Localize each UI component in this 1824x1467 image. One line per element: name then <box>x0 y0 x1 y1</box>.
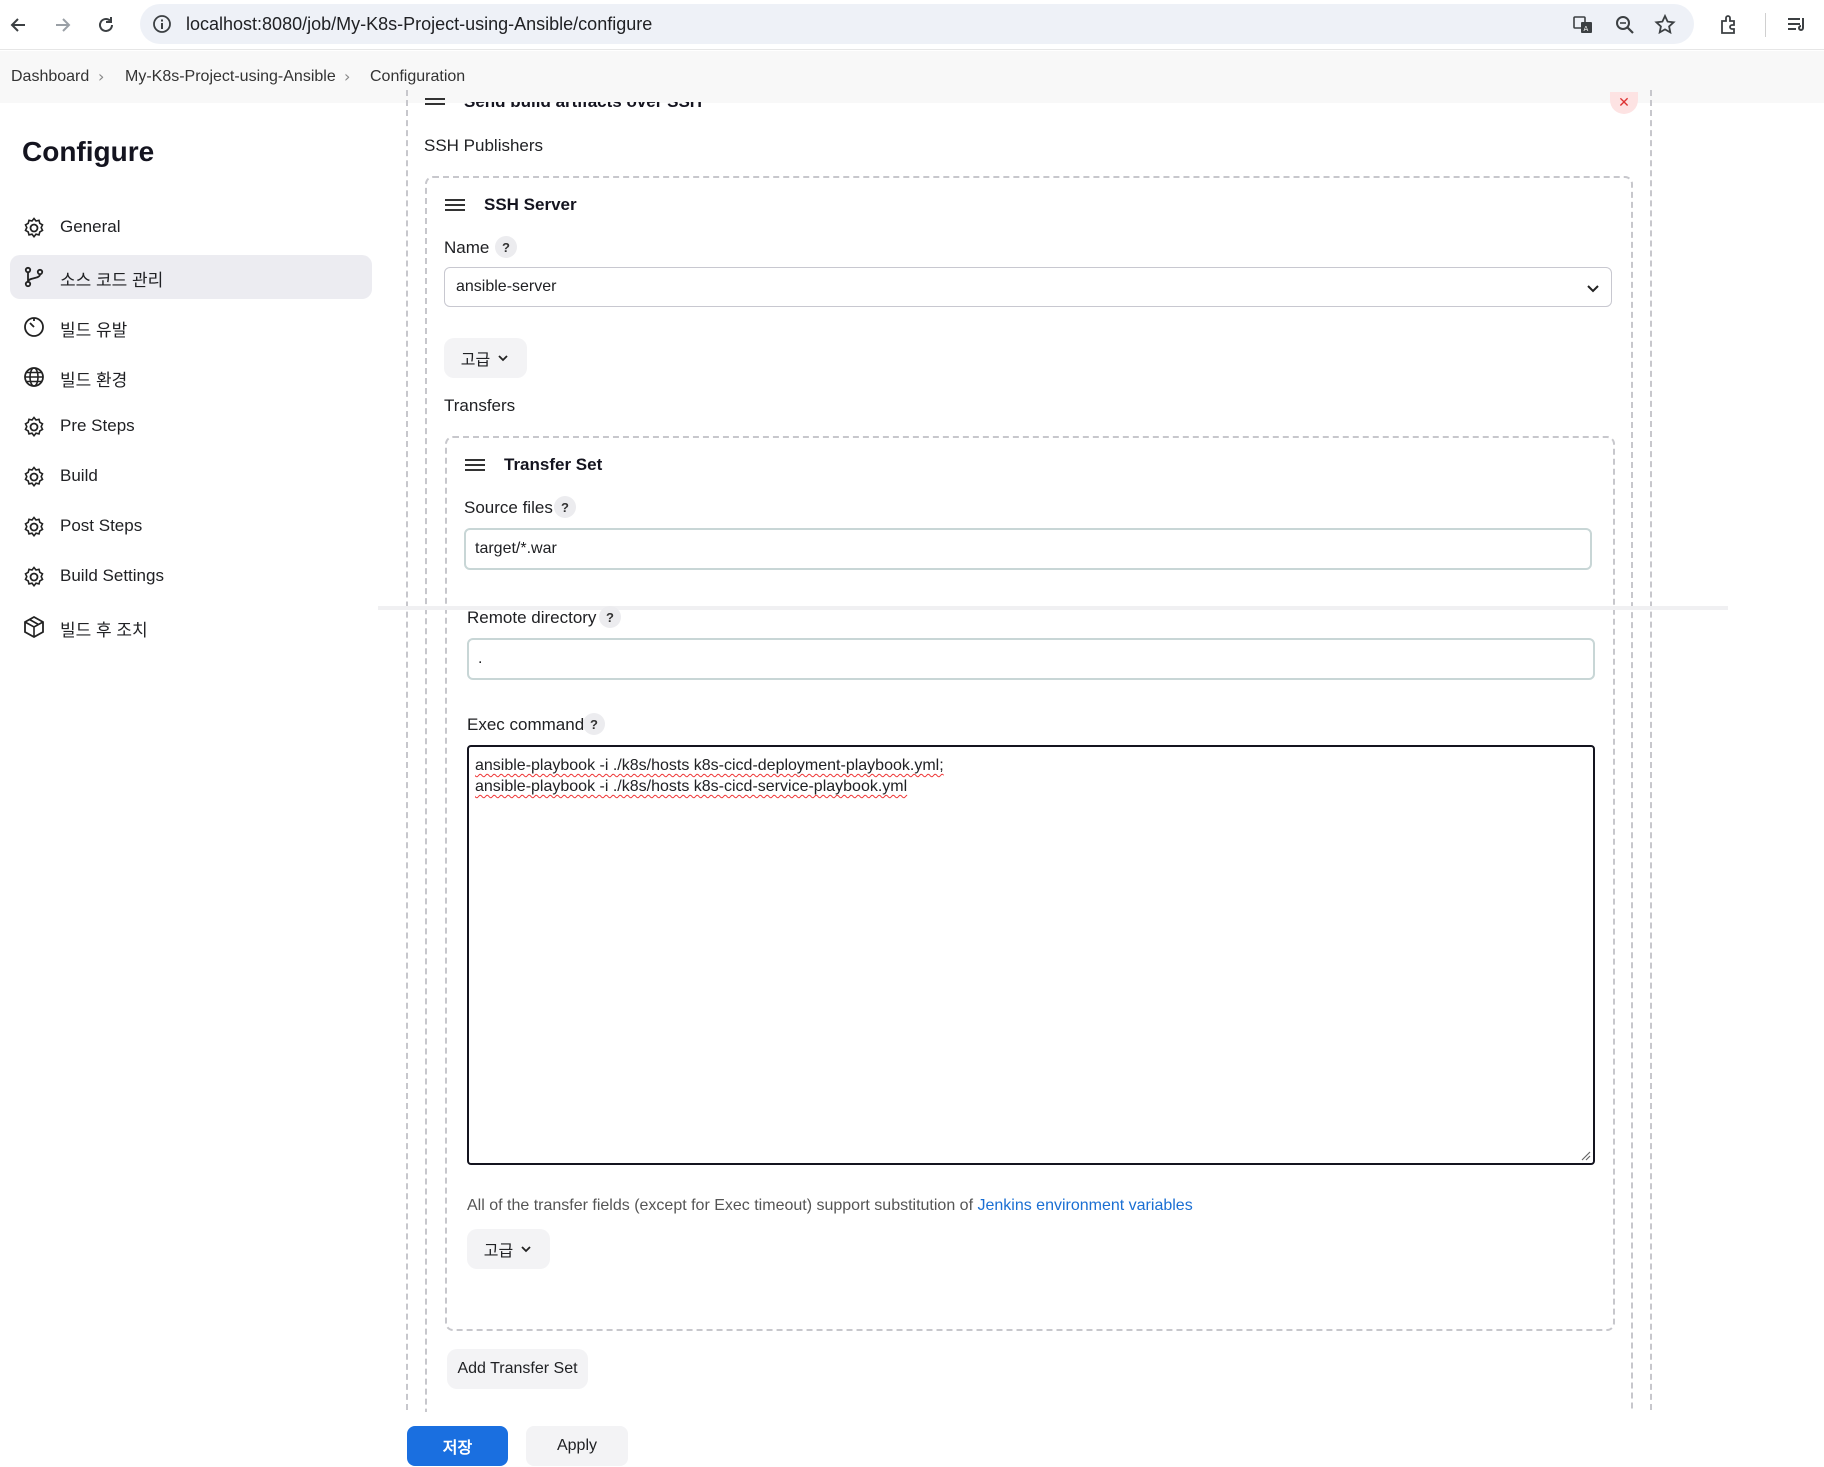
branch-icon <box>24 266 44 288</box>
gear-icon <box>24 466 44 487</box>
exec-command-label: Exec command <box>467 715 585 734</box>
sidebar-item-label: Build Settings <box>60 566 164 585</box>
exec-command-line: ansible-playbook -i ./k8s/hosts k8s-cicd… <box>475 757 944 774</box>
bookmark-star-icon[interactable] <box>1654 14 1676 36</box>
breadcrumb-separator-icon: › <box>344 67 351 86</box>
svg-text:A: A <box>1584 25 1589 33</box>
gear-icon <box>24 416 44 437</box>
site-info-icon[interactable] <box>152 14 172 38</box>
sidebar-item-post-steps[interactable]: Post Steps <box>10 505 372 549</box>
page-title: Configure <box>22 136 155 167</box>
toolbar-separator <box>1765 13 1766 37</box>
resize-grip-icon[interactable] <box>1579 1149 1591 1161</box>
exec-command-textarea[interactable]: ansible-playbook -i ./k8s/hosts k8s-cicd… <box>467 745 1595 1165</box>
chevron-down-icon <box>521 1246 531 1253</box>
breadcrumb-dashboard[interactable]: Dashboard <box>11 68 89 86</box>
sidebar-item-label: 빌드 환경 <box>60 371 128 390</box>
forward-icon[interactable] <box>47 10 77 40</box>
back-icon[interactable] <box>4 10 34 40</box>
ssh-server-advanced-button[interactable]: 고급 <box>444 338 527 378</box>
browser-toolbar: localhost:8080/job/My-K8s-Project-using-… <box>0 0 1824 50</box>
help-icon[interactable]: ? <box>583 713 605 735</box>
sidebar-item-label: Build <box>60 466 98 485</box>
breadcrumb-separator-icon: › <box>98 67 105 86</box>
ssh-server-select[interactable]: ansible-server <box>444 267 1612 307</box>
transfer-set-title: Transfer Set <box>504 455 603 474</box>
gear-icon <box>24 566 44 587</box>
env-vars-note-text: All of the transfer fields (except for E… <box>467 1197 978 1214</box>
sidebar-item-label: 빌드 후 조치 <box>60 621 148 640</box>
sidebar-item-label: General <box>60 217 121 236</box>
sidebar-item-label: Pre Steps <box>60 416 135 435</box>
transfers-label: Transfers <box>444 396 516 415</box>
save-button[interactable]: 저장 <box>407 1426 508 1466</box>
sidebar-item-build-triggers[interactable]: 빌드 유발 <box>10 305 372 349</box>
advanced-label: 고급 <box>483 1243 514 1260</box>
source-files-label: Source files <box>464 498 553 517</box>
timer-icon <box>24 317 44 337</box>
sidebar-item-source-code[interactable]: 소스 코드 관리 <box>10 255 372 299</box>
exec-command-line: ansible-playbook -i ./k8s/hosts k8s-cicd… <box>475 778 908 795</box>
source-files-value: target/*.war <box>475 540 557 557</box>
globe-icon <box>24 367 44 387</box>
ssh-server-selected-value: ansible-server <box>456 278 557 295</box>
chevron-down-icon <box>1587 285 1599 293</box>
zoom-icon[interactable] <box>1614 14 1636 36</box>
name-label: Name <box>444 238 490 257</box>
drag-handle-icon[interactable] <box>445 199 465 213</box>
reload-icon[interactable] <box>91 10 121 40</box>
remote-directory-input[interactable]: . <box>467 638 1595 680</box>
breadcrumb-configuration[interactable]: Configuration <box>370 68 465 86</box>
sidebar-item-pre-steps[interactable]: Pre Steps <box>10 405 372 449</box>
help-icon[interactable]: ? <box>495 236 517 258</box>
breadcrumb-project[interactable]: My-K8s-Project-using-Ansible <box>125 68 336 86</box>
ssh-server-title: SSH Server <box>484 195 577 214</box>
advanced-label: 고급 <box>460 352 491 369</box>
jenkins-env-vars-link[interactable]: Jenkins environment variables <box>977 1197 1192 1214</box>
env-vars-note: All of the transfer fields (except for E… <box>467 1197 1193 1215</box>
sidebar-item-build-environment[interactable]: 빌드 환경 <box>10 355 372 399</box>
sidebar-item-label: 소스 코드 관리 <box>60 271 164 290</box>
extensions-icon[interactable] <box>1717 12 1743 38</box>
gear-icon <box>24 516 44 537</box>
gear-icon <box>24 217 44 238</box>
remote-directory-label: Remote directory <box>467 608 597 627</box>
drag-handle-icon[interactable] <box>425 98 445 112</box>
sidebar-item-build[interactable]: Build <box>10 455 372 499</box>
chevron-down-icon <box>498 355 508 362</box>
package-icon <box>24 615 44 639</box>
sidebar-item-post-build-actions[interactable]: 빌드 후 조치 <box>10 605 372 649</box>
add-transfer-set-button[interactable]: Add Transfer Set <box>447 1349 588 1389</box>
sidebar-item-build-settings[interactable]: Build Settings <box>10 555 372 599</box>
address-bar[interactable]: localhost:8080/job/My-K8s-Project-using-… <box>140 4 1694 44</box>
transfer-set-advanced-button[interactable]: 고급 <box>467 1229 550 1269</box>
source-files-input[interactable]: target/*.war <box>464 528 1592 570</box>
drag-handle-icon[interactable] <box>465 459 485 473</box>
sidebar-item-label: Post Steps <box>60 516 143 535</box>
ssh-publishers-label: SSH Publishers <box>424 136 544 155</box>
sidebar-item-label: 빌드 유발 <box>60 321 128 340</box>
sidebar-item-general[interactable]: General <box>10 206 372 250</box>
apply-button[interactable]: Apply <box>526 1426 628 1466</box>
translate-icon[interactable]: A <box>1572 14 1594 36</box>
help-icon[interactable]: ? <box>554 496 576 518</box>
remote-directory-value: . <box>478 650 483 667</box>
reading-list-icon[interactable] <box>1784 12 1810 38</box>
help-icon[interactable]: ? <box>599 606 621 628</box>
url-text[interactable]: localhost:8080/job/My-K8s-Project-using-… <box>186 14 652 35</box>
